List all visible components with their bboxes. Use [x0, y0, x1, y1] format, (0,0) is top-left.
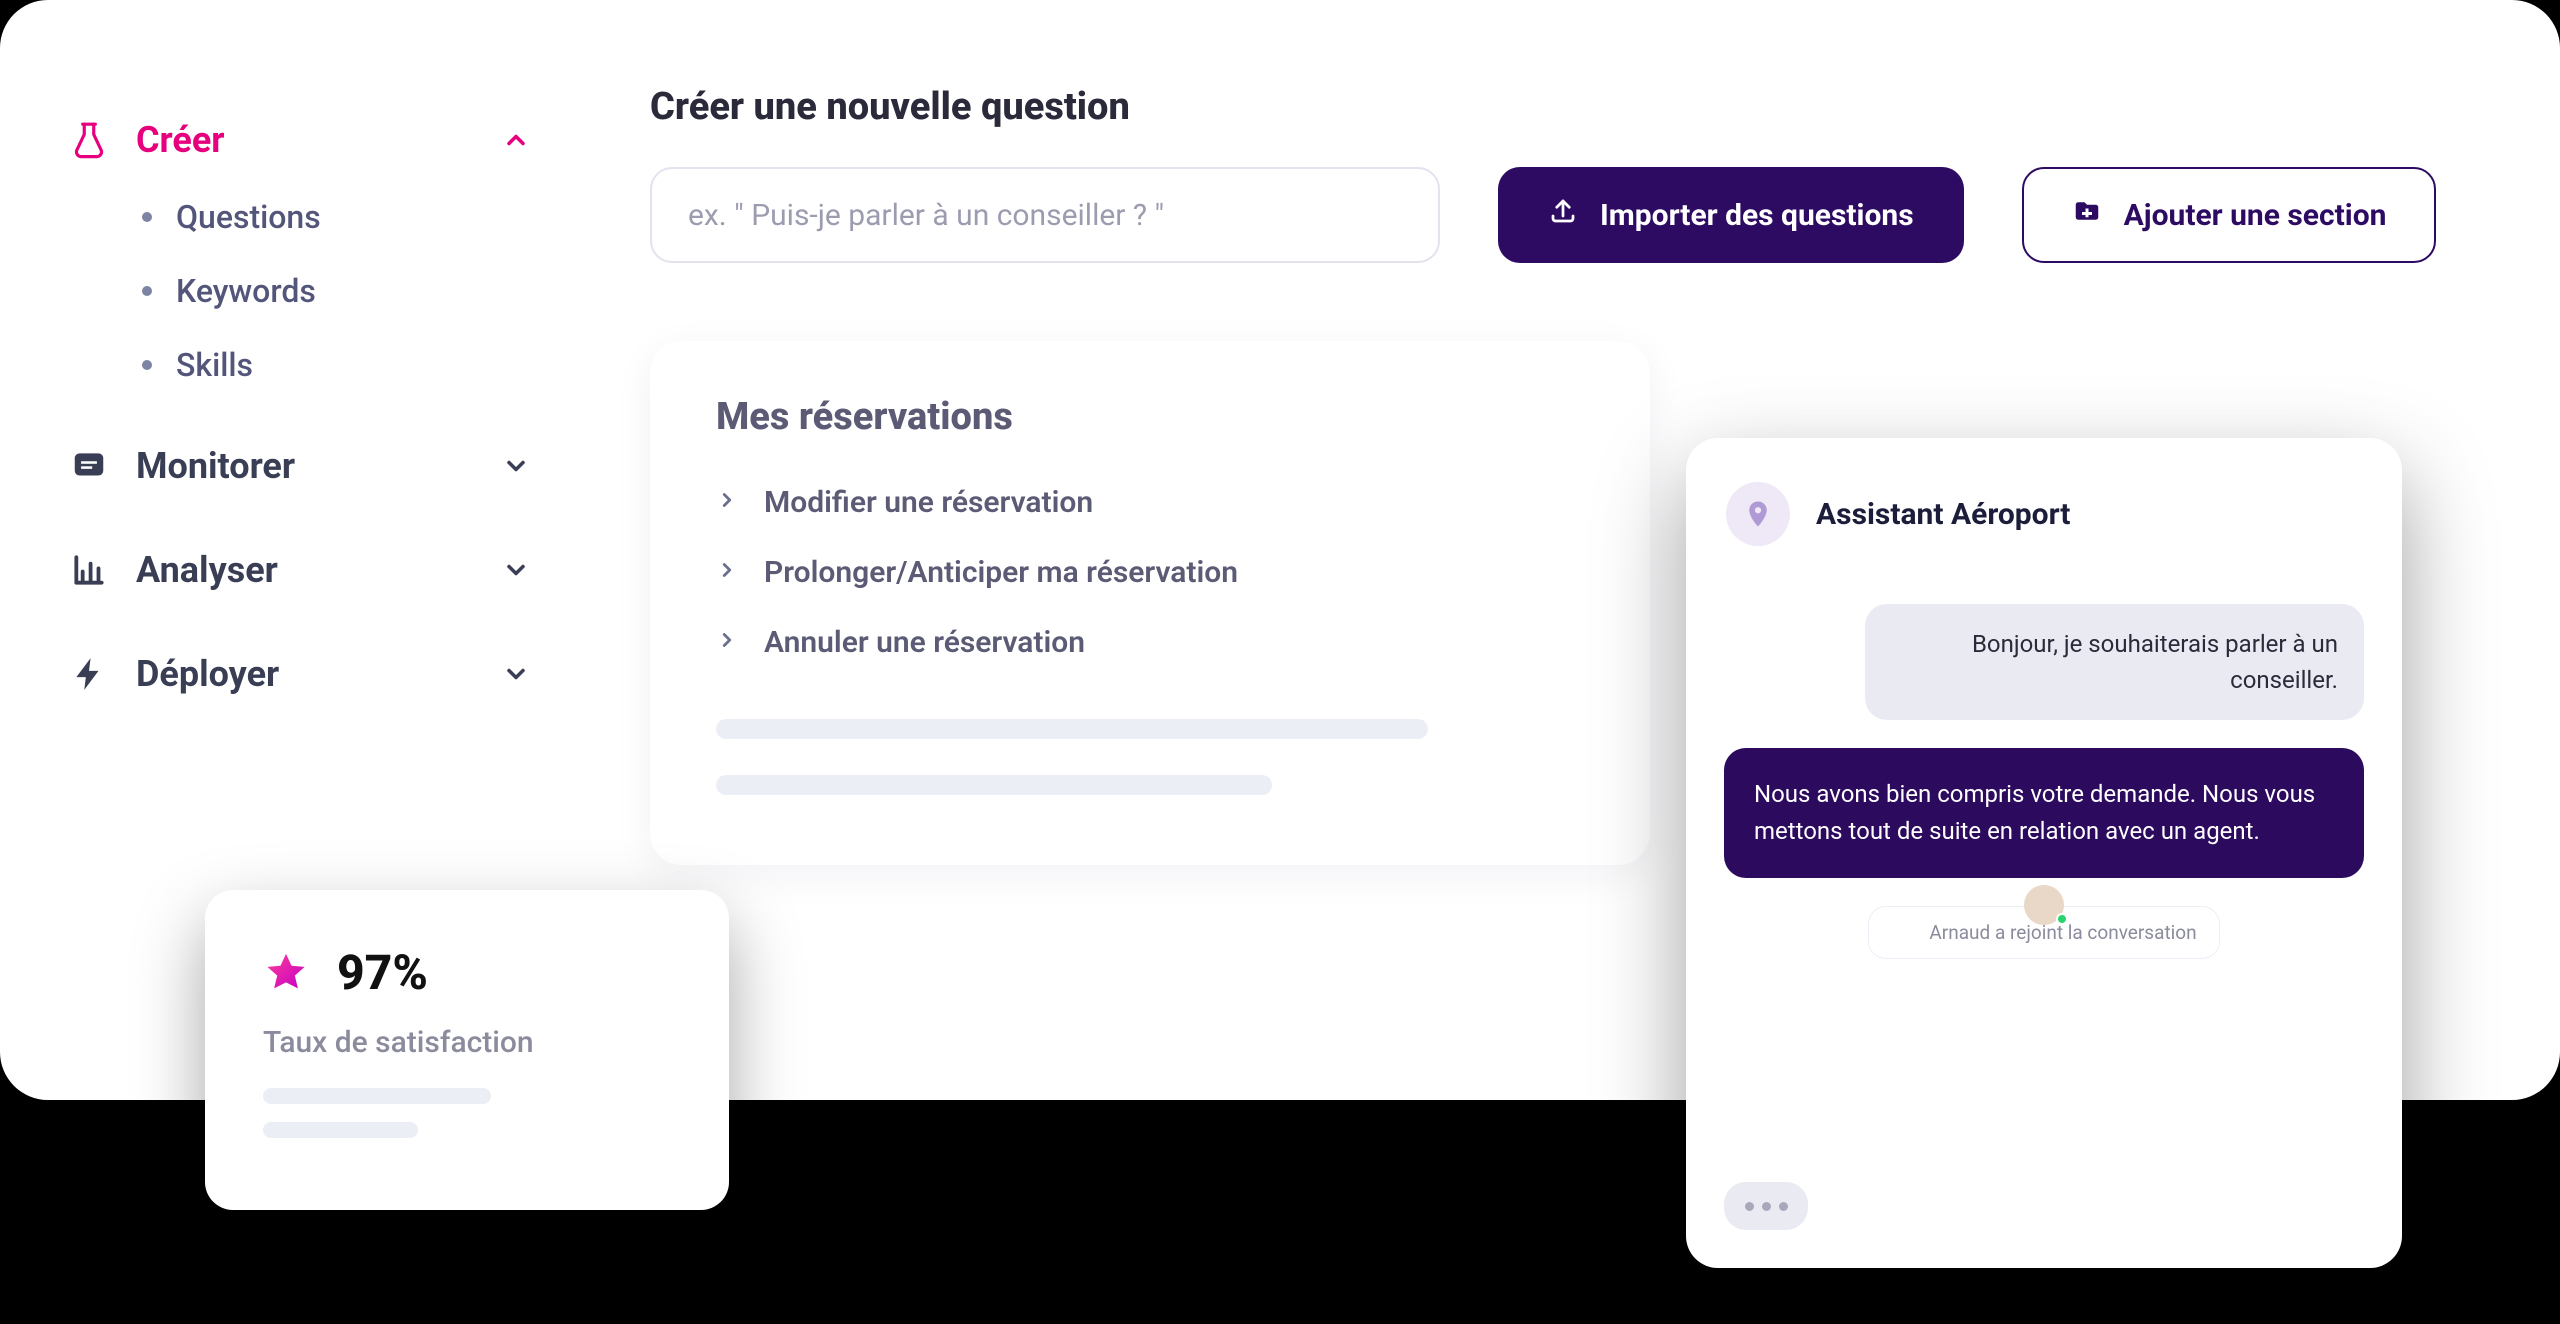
- sidebar-item-label: Analyser: [136, 549, 474, 591]
- reservations-card: Mes réservations Modifier une réservatio…: [650, 341, 1650, 865]
- sidebar-item-label: Déployer: [136, 653, 474, 695]
- skeleton-line: [716, 775, 1272, 795]
- page-title: Créer une nouvelle question: [650, 85, 2500, 129]
- sidebar: Créer Questions Keywords Skills: [50, 100, 550, 714]
- sidebar-item-label: Monitorer: [136, 445, 474, 487]
- satisfaction-label: Taux de satisfaction: [263, 1025, 671, 1060]
- sidebar-item-creer[interactable]: Créer: [50, 100, 550, 180]
- star-icon: [263, 950, 309, 996]
- sidebar-subitem-skills[interactable]: Skills: [142, 328, 550, 402]
- assistant-avatar: [1726, 482, 1790, 546]
- add-section-button[interactable]: Ajouter une section: [2022, 167, 2437, 263]
- satisfaction-value: 97%: [337, 944, 428, 1001]
- chat-header: Assistant Aéroport: [1718, 476, 2370, 572]
- button-label: Ajouter une section: [2124, 198, 2387, 233]
- sidebar-item-analyser[interactable]: Analyser: [50, 530, 550, 610]
- toolbar: Importer des questions Ajouter une secti…: [650, 167, 2500, 263]
- chat-title: Assistant Aéroport: [1816, 497, 2070, 532]
- bullet-icon: [142, 360, 152, 370]
- skeleton-line: [263, 1122, 418, 1138]
- list-item[interactable]: Prolonger/Anticiper ma réservation: [716, 537, 1584, 607]
- chat-body: Bonjour, je souhaiterais parler à un con…: [1718, 572, 2370, 1240]
- card-title: Mes réservations: [716, 395, 1584, 439]
- typing-dot-icon: [1745, 1202, 1754, 1211]
- list-item-label: Modifier une réservation: [764, 485, 1093, 520]
- sidebar-subitem-keywords[interactable]: Keywords: [142, 254, 550, 328]
- flask-icon: [70, 121, 108, 159]
- sidebar-item-label: Créer: [136, 119, 474, 161]
- typing-indicator: [1724, 1182, 1808, 1230]
- list-item-label: Prolonger/Anticiper ma réservation: [764, 555, 1238, 590]
- satisfaction-card: 97% Taux de satisfaction: [205, 890, 729, 1210]
- chevron-right-icon: [716, 629, 738, 655]
- sidebar-item-monitorer[interactable]: Monitorer: [50, 426, 550, 506]
- skeleton-line: [716, 719, 1428, 739]
- chevron-right-icon: [716, 489, 738, 515]
- list-item-label: Annuler une réservation: [764, 625, 1085, 660]
- import-questions-button[interactable]: Importer des questions: [1498, 167, 1964, 263]
- sidebar-item-deployer[interactable]: Déployer: [50, 634, 550, 714]
- sidebar-subitem-label: Questions: [176, 198, 321, 236]
- chart-icon: [70, 551, 108, 589]
- list-item[interactable]: Modifier une réservation: [716, 467, 1584, 537]
- sidebar-subnav: Questions Keywords Skills: [50, 180, 550, 402]
- skeleton-line: [263, 1088, 491, 1104]
- folder-plus-icon: [2072, 196, 2102, 234]
- chat-message-bot: Nous avons bien compris votre demande. N…: [1724, 748, 2364, 878]
- button-label: Importer des questions: [1600, 198, 1914, 233]
- chat-message-user: Bonjour, je souhaiterais parler à un con…: [1865, 604, 2364, 720]
- bolt-icon: [70, 655, 108, 693]
- chat-widget: Assistant Aéroport Bonjour, je souhaiter…: [1686, 438, 2402, 1268]
- chevron-down-icon: [502, 556, 530, 584]
- chevron-up-icon: [502, 126, 530, 154]
- typing-dot-icon: [1762, 1202, 1771, 1211]
- bullet-icon: [142, 212, 152, 222]
- chevron-down-icon: [502, 660, 530, 688]
- question-input[interactable]: [650, 167, 1440, 263]
- sidebar-subitem-label: Skills: [176, 346, 253, 384]
- upload-icon: [1548, 196, 1578, 234]
- list-item[interactable]: Annuler une réservation: [716, 607, 1584, 677]
- sidebar-subitem-questions[interactable]: Questions: [142, 180, 550, 254]
- chat-system-joined: Arnaud a rejoint la conversation: [1868, 906, 2219, 959]
- chevron-down-icon: [502, 452, 530, 480]
- typing-dot-icon: [1779, 1202, 1788, 1211]
- sidebar-subitem-label: Keywords: [176, 272, 316, 310]
- chevron-right-icon: [716, 559, 738, 585]
- bullet-icon: [142, 286, 152, 296]
- message-icon: [70, 447, 108, 485]
